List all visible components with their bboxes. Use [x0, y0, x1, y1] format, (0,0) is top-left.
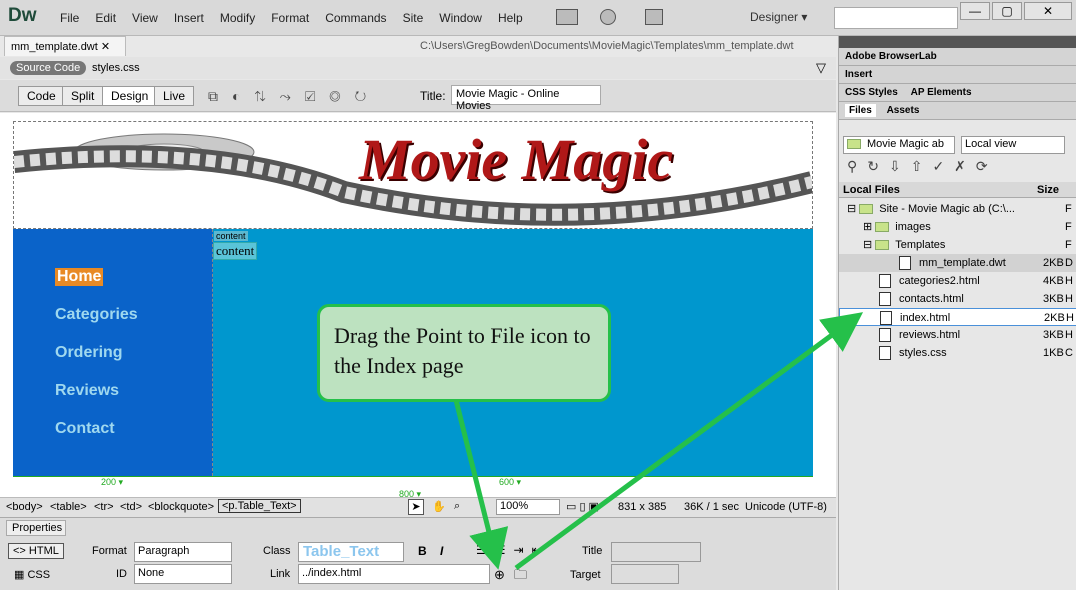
- instruction-callout: Drag the Point to File icon to the Index…: [317, 304, 611, 402]
- arrow-to-point-icon: [453, 399, 509, 570]
- annotation-arrows: [453, 312, 864, 571]
